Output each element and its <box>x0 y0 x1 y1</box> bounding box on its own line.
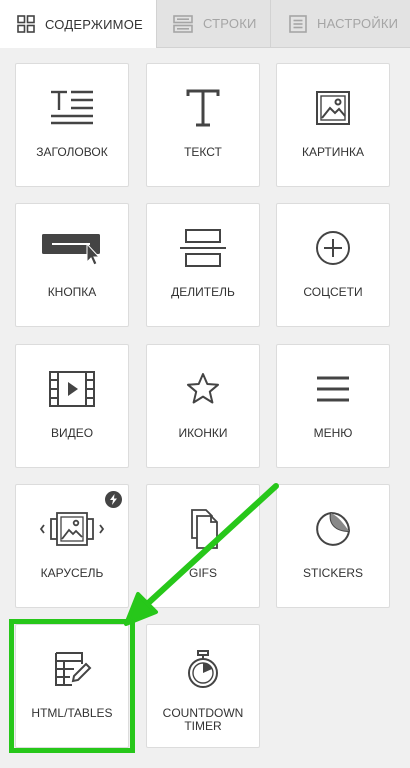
block-label: Меню <box>313 426 353 440</box>
tab-rows[interactable]: Строки <box>156 0 270 48</box>
button-icon <box>42 234 101 266</box>
tab-rows-label: Строки <box>203 16 257 31</box>
divider-icon <box>180 229 226 267</box>
tab-content[interactable]: Содержимое <box>0 0 156 48</box>
block-label: STICKERS <box>302 566 363 580</box>
block-label: Делитель <box>171 285 235 299</box>
block-label: Карусель <box>40 566 104 580</box>
lightning-badge <box>105 491 122 508</box>
block-button[interactable]: Кнопка <box>15 203 129 327</box>
block-label: GIFS <box>188 566 217 580</box>
block-label: Видео <box>50 426 94 440</box>
block-stickers[interactable]: STICKERS <box>276 484 390 608</box>
settings-icon <box>289 14 307 33</box>
carousel-icon <box>39 512 105 546</box>
block-label: HTML/TABLES <box>31 706 113 720</box>
block-gifs[interactable]: GIFS <box>146 484 260 608</box>
block-label: COUNTDOWN TIMER <box>162 706 244 733</box>
tab-bar: Содержимое Строки Настройки <box>0 0 410 48</box>
sticker-icon <box>316 511 351 546</box>
lightning-icon <box>110 494 117 505</box>
content-blocks-grid: Заголовок Текст Картинка <box>15 63 390 753</box>
block-html-tables[interactable]: HTML/TABLES <box>15 624 129 748</box>
block-text[interactable]: Текст <box>146 63 260 187</box>
block-menu[interactable]: Меню <box>276 344 390 468</box>
block-label: Кнопка <box>47 285 97 299</box>
block-label: Заголовок <box>36 145 108 159</box>
block-label: Текст <box>184 145 222 159</box>
star-icon <box>187 373 219 404</box>
image-icon <box>316 91 350 125</box>
block-divider[interactable]: Делитель <box>146 203 260 327</box>
tab-settings-label: Настройки <box>317 16 399 31</box>
video-icon <box>49 371 95 407</box>
gifs-icon <box>191 509 218 549</box>
tab-content-label: Содержимое <box>45 16 143 32</box>
block-social[interactable]: Соцсети <box>276 203 390 327</box>
heading-icon <box>51 90 93 125</box>
block-video[interactable]: Видео <box>15 344 129 468</box>
rows-icon <box>173 14 193 33</box>
block-countdown-timer[interactable]: COUNTDOWN TIMER <box>146 624 260 748</box>
tab-settings[interactable]: Настройки <box>270 0 410 48</box>
block-heading[interactable]: Заголовок <box>15 63 129 187</box>
text-icon <box>186 89 220 127</box>
block-icons[interactable]: Иконки <box>146 344 260 468</box>
block-image[interactable]: Картинка <box>276 63 390 187</box>
menu-icon <box>317 376 349 402</box>
block-label: Картинка <box>301 145 365 159</box>
block-label: Соцсети <box>303 285 363 299</box>
grid-icon <box>17 15 35 33</box>
block-carousel[interactable]: Карусель <box>15 484 129 608</box>
stopwatch-icon <box>188 650 218 688</box>
block-label: Иконки <box>178 426 228 440</box>
social-icon <box>316 231 350 265</box>
html-tables-icon <box>55 652 92 686</box>
